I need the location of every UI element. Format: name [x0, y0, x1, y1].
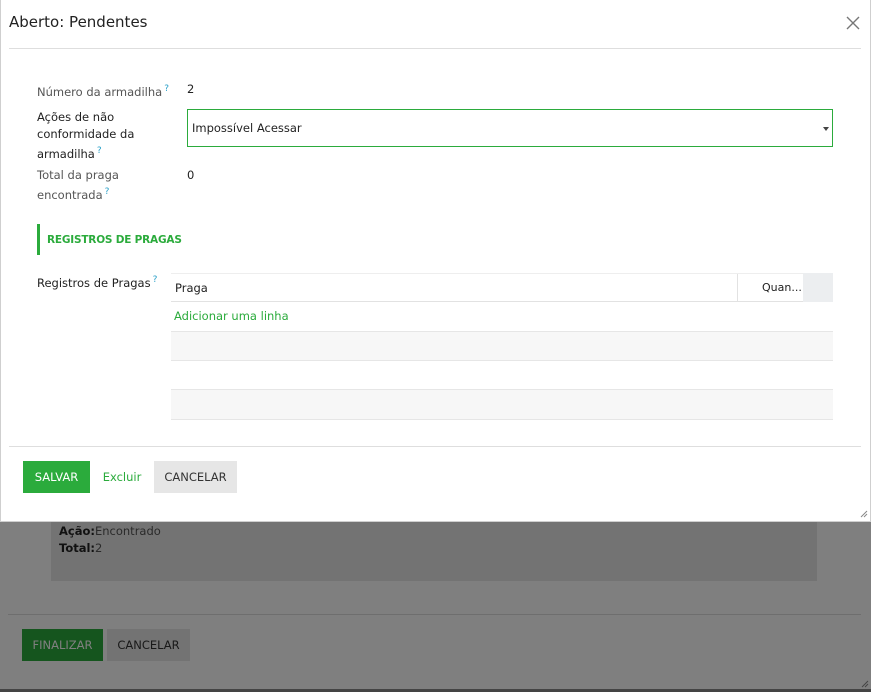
cancel-button[interactable]: CANCELAR: [154, 461, 237, 493]
pest-records-grid: Praga Quan... Adicionar uma linha: [171, 273, 833, 420]
row-divider: [171, 419, 833, 420]
table-row: [171, 361, 833, 390]
footer-divider: [9, 446, 861, 447]
table-row: [171, 390, 833, 419]
section-title: REGISTROS DE PRAGAS: [37, 224, 182, 255]
pest-total-label-line: Total da praga: [37, 168, 119, 182]
trap-number-value: 2: [187, 82, 195, 96]
pest-records-label: Registros de Pragas?: [37, 272, 157, 292]
nonconformity-label-line: Ações de não: [37, 110, 115, 124]
caret-down-icon: [823, 127, 829, 131]
dialog-header: Aberto: Pendentes: [1, 0, 870, 48]
nonconformity-label-line-text: armadilha: [37, 146, 95, 161]
nonconformity-selected-value: Impossível Acessar: [192, 121, 302, 135]
dialog-title: Aberto: Pendentes: [9, 13, 148, 31]
header-divider: [9, 48, 861, 49]
column-header-praga[interactable]: Praga: [175, 281, 208, 295]
pest-total-label: Total da praga encontrada?: [37, 167, 119, 204]
grid-header: Praga Quan...: [171, 273, 833, 302]
delete-button[interactable]: Excluir: [99, 461, 145, 493]
help-icon[interactable]: ?: [153, 275, 158, 285]
resize-handle-icon[interactable]: [860, 510, 868, 518]
trap-number-label-text: Número da armadilha: [37, 84, 163, 99]
close-icon[interactable]: [844, 14, 862, 32]
pending-dialog: Aberto: Pendentes Número da armadilha? 2…: [0, 0, 871, 522]
help-icon[interactable]: ?: [164, 84, 169, 94]
column-header-actions: [803, 273, 833, 302]
column-divider: [737, 274, 738, 302]
help-icon[interactable]: ?: [105, 187, 110, 197]
pest-total-label-line-last: encontrada?: [37, 184, 119, 204]
help-icon[interactable]: ?: [97, 146, 102, 156]
pest-records-label-text: Registros de Pragas: [37, 275, 151, 290]
nonconformity-select[interactable]: Impossível Acessar: [187, 109, 833, 147]
pest-total-label-line-text: encontrada: [37, 187, 103, 202]
pest-total-value: 0: [187, 168, 195, 182]
add-line-link[interactable]: Adicionar uma linha: [174, 309, 289, 323]
save-button[interactable]: SALVAR: [23, 461, 90, 493]
nonconformity-label-line-last: armadilha?: [37, 143, 134, 163]
table-row: [171, 332, 833, 361]
nonconformity-label: Ações de não conformidade da armadilha?: [37, 109, 134, 163]
column-header-quantity[interactable]: Quan...: [762, 281, 802, 294]
nonconformity-label-line: conformidade da: [37, 127, 135, 141]
trap-number-label: Número da armadilha?: [37, 81, 169, 101]
